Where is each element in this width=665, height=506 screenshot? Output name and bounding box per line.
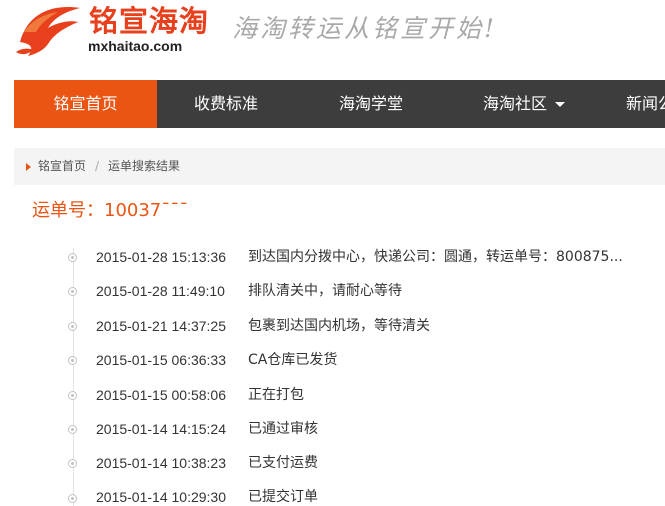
- nav-label: 新闻公告: [626, 94, 665, 113]
- nav-item-news[interactable]: 新闻公告: [626, 80, 665, 128]
- nav-item-community[interactable]: 海淘社区: [483, 80, 566, 128]
- slogan: 海淘转运从铭宣开始!: [232, 14, 498, 43]
- timeline-dot: [68, 459, 77, 468]
- nav-label: 海淘社区: [483, 94, 548, 113]
- chevron-down-icon: [555, 102, 566, 107]
- tracking-status: 到达国内分拨中心，快递公司：圆通，转运单号：800875...: [248, 249, 623, 265]
- tracking-status: 已通过审核: [248, 421, 318, 437]
- breadcrumb-separator: /: [95, 159, 100, 173]
- main-nav: 铭宣首页 收费标准 海淘学堂 海淘社区 新闻公告: [14, 80, 665, 128]
- tracking-status: 排队清关中，请耐心等待: [248, 283, 402, 299]
- timeline-dot: [68, 253, 77, 262]
- breadcrumb-current: 运单搜索结果: [108, 159, 181, 173]
- timeline-dot: [68, 391, 77, 400]
- timeline-dot: [68, 494, 77, 503]
- tracking-time: 2015-01-28 15:13:36: [96, 249, 226, 265]
- nav-item-home[interactable]: 铭宣首页: [14, 80, 157, 128]
- timeline-dot: [68, 425, 77, 434]
- caret-right-icon: [26, 163, 31, 171]
- nav-label: 收费标准: [194, 94, 259, 113]
- tracking-time: 2015-01-15 06:36:33: [96, 352, 226, 368]
- site-header: 铭宣海淘 mxhaitao.com 海淘转运从铭宣开始!: [0, 0, 665, 80]
- tracking-time: 2015-01-14 10:38:23: [96, 455, 226, 471]
- nav-item-pricing[interactable]: 收费标准: [194, 80, 258, 128]
- tracking-time: 2015-01-15 00:58:06: [96, 387, 226, 403]
- timeline-dot: [68, 322, 77, 331]
- nav-label: 铭宣首页: [53, 94, 118, 113]
- tracking-status: 包裹到达国内机场，等待清关: [248, 318, 430, 334]
- tracking-time: 2015-01-21 14:37:25: [96, 318, 226, 334]
- nav-label: 海淘学堂: [339, 94, 404, 113]
- timeline-dot: [68, 287, 77, 296]
- breadcrumb-home-link[interactable]: 铭宣首页: [38, 148, 86, 185]
- logo-domain-text: mxhaitao.com: [88, 38, 183, 54]
- tracking-time: 2015-01-28 11:49:10: [96, 283, 225, 299]
- breadcrumb: 铭宣首页 / 运单搜索结果: [14, 148, 665, 185]
- tracking-status: 正在打包: [248, 387, 304, 403]
- logo-text[interactable]: 铭宣海淘: [89, 4, 209, 38]
- tracking-status: 已支付运费: [248, 455, 318, 471]
- waybill-number: 运单号：10037¯¯¯: [32, 199, 188, 223]
- waybill-value: 10037¯¯¯: [104, 200, 189, 221]
- logo-domain[interactable]: mxhaitao.com: [88, 38, 182, 54]
- tracking-status: 已提交订单: [248, 489, 318, 505]
- nav-item-school[interactable]: 海淘学堂: [339, 80, 403, 128]
- tracking-time: 2015-01-14 14:15:24: [96, 421, 226, 437]
- timeline-dot: [68, 356, 77, 365]
- tracking-status: CA仓库已发货: [248, 352, 338, 368]
- tracking-time: 2015-01-14 10:29:30: [96, 489, 226, 505]
- waybill-label: 运单号：: [32, 200, 104, 221]
- phoenix-logo-icon[interactable]: [14, 2, 86, 60]
